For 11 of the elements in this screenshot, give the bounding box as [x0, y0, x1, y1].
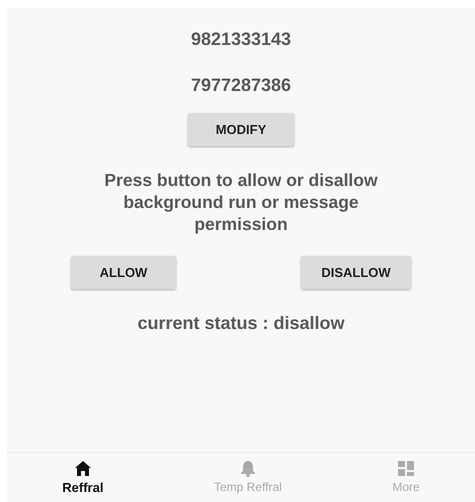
- bell-icon: [238, 460, 257, 478]
- modify-button[interactable]: MODIFY: [188, 113, 294, 146]
- home-icon: [74, 460, 92, 477]
- grid-icon: [397, 460, 416, 478]
- phone-number: 9821333143: [190, 28, 292, 51]
- permission-message: Press button to allow or disallow background run or message permission: [103, 169, 379, 235]
- phone-number: 7977287386: [190, 74, 292, 97]
- nav-tab[interactable]: Reffral: [56, 458, 110, 496]
- disallow-button[interactable]: DISALLOW: [301, 256, 411, 289]
- status-text: current status : disallow: [137, 312, 345, 335]
- allow-button[interactable]: ALLOW: [71, 256, 176, 289]
